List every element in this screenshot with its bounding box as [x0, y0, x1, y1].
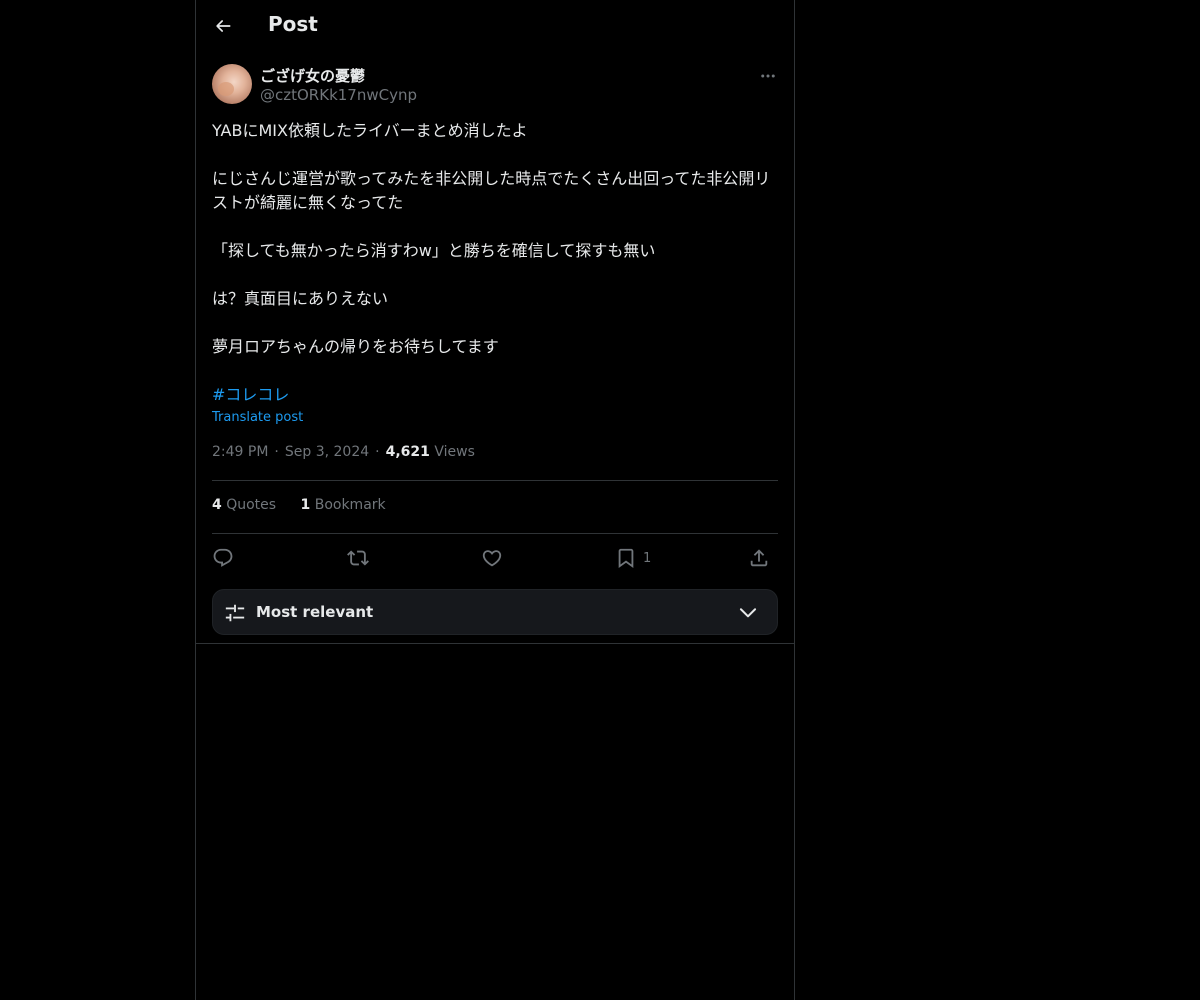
- reply-icon: [213, 548, 233, 567]
- divider: [212, 480, 778, 481]
- quotes-count: 4: [212, 497, 222, 513]
- bookmark-button[interactable]: 1: [615, 544, 651, 572]
- post-date[interactable]: Sep 3, 2024: [285, 444, 369, 460]
- reply-sort-dropdown[interactable]: Most relevant: [212, 589, 778, 635]
- post-paragraph: 「探しても無かったら消すわw」と勝ちを確信して探すも無い: [212, 241, 656, 260]
- divider: [196, 643, 794, 644]
- post-paragraph: 夢月ロアちゃんの帰りをお待ちしてます: [212, 337, 499, 356]
- action-bar: 1: [212, 544, 778, 572]
- separator-dot: ·: [274, 444, 279, 460]
- post-text: YABにMIX依頼したライバーまとめ消したよ にじさんじ運営が歌ってみたを非公開…: [212, 119, 778, 383]
- chevron-down-icon: [739, 608, 757, 618]
- share-button[interactable]: [748, 544, 770, 572]
- quotes-stat[interactable]: 4 Quotes: [212, 497, 276, 513]
- hashtag-link[interactable]: #コレコレ: [212, 383, 289, 407]
- separator-dot: ·: [375, 444, 380, 460]
- more-options-button[interactable]: [758, 66, 778, 86]
- header: Post: [196, 0, 794, 53]
- views-count: 4,621: [385, 444, 430, 460]
- repost-icon: [347, 550, 369, 566]
- post-meta: 2:49 PM · Sep 3, 2024 · 4,621 Views: [212, 444, 475, 460]
- bookmarks-stat[interactable]: 1 Bookmark: [301, 497, 386, 513]
- post-column: Post ござげ女の憂鬱 @cztORKk17nwCynp YABにMIX依頼し…: [195, 0, 795, 1000]
- arrow-left-icon: [216, 20, 231, 32]
- bookmark-icon: [618, 548, 634, 569]
- quotes-label: Quotes: [226, 497, 277, 513]
- page-title: Post: [268, 12, 318, 36]
- avatar[interactable]: [212, 64, 252, 104]
- translate-post-link[interactable]: Translate post: [212, 410, 303, 425]
- post-paragraph: にじさんじ運営が歌ってみたを非公開した時点でたくさん出回ってた非公開リストが綺麗…: [212, 169, 771, 212]
- author-handle[interactable]: @cztORKk17nwCynp: [260, 86, 417, 104]
- sort-label: Most relevant: [256, 603, 374, 621]
- sliders-icon: [225, 604, 245, 622]
- back-button[interactable]: [206, 9, 240, 43]
- bookmarks-count: 1: [300, 497, 311, 513]
- bookmarks-label: Bookmark: [314, 497, 386, 513]
- views-label: Views: [434, 444, 475, 460]
- repost-button[interactable]: [347, 544, 369, 572]
- divider: [212, 533, 778, 534]
- like-button[interactable]: [481, 544, 503, 572]
- post-paragraph: YABにMIX依頼したライバーまとめ消したよ: [212, 121, 528, 140]
- author-display-name[interactable]: ござげ女の憂鬱: [260, 65, 365, 86]
- author-block: ござげ女の憂鬱 @cztORKk17nwCynp: [212, 64, 778, 108]
- post-time[interactable]: 2:49 PM: [212, 444, 268, 460]
- heart-icon: [482, 550, 502, 567]
- post-paragraph: は？真面目にありえない: [212, 289, 389, 308]
- more-icon: [761, 74, 775, 78]
- post-stats: 4 Quotes 1 Bookmark: [212, 497, 406, 513]
- reply-button[interactable]: [212, 544, 234, 572]
- bookmark-count: 1: [643, 550, 652, 566]
- share-icon: [750, 549, 768, 567]
